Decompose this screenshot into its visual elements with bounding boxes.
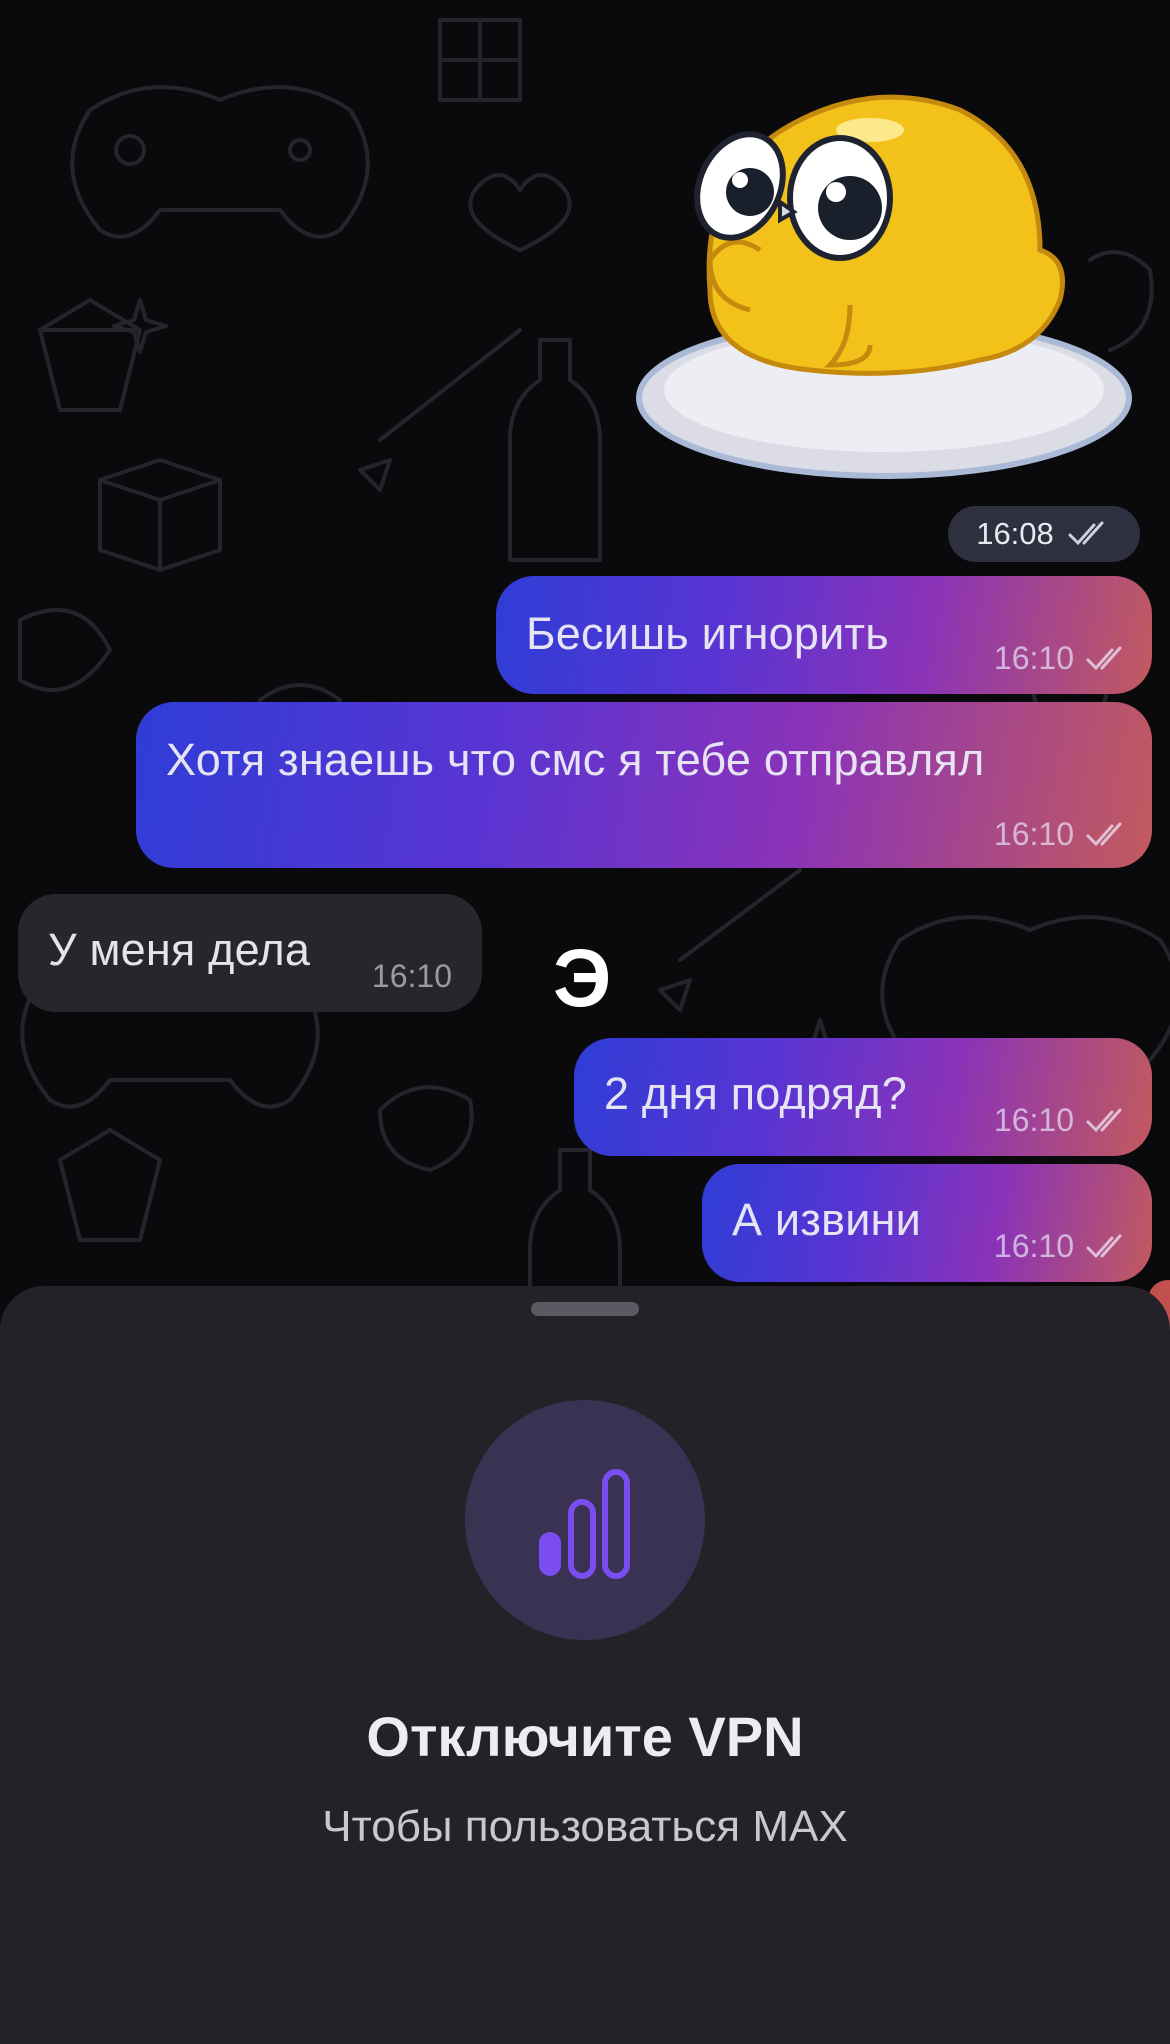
read-double-check-icon [1086,822,1122,846]
floating-letter: Э [553,933,612,1024]
message-meta: 16:10 [994,1102,1130,1139]
message-bubble-outgoing[interactable]: 2 дня подряд? 16:10 [574,1038,1152,1156]
message-time: 16:10 [993,640,1074,676]
message-bubble-incoming[interactable]: У меня дела 16:10 [18,894,482,1012]
message-text: Бесишь игнорить [526,608,889,659]
screen: 16:08 Бесишь игнорить 16:10 Хотя знаешь … [0,0,1170,2044]
read-double-check-icon [1086,646,1122,670]
message-text: У меня дела [48,924,311,975]
message-bubble-outgoing[interactable]: Хотя знаешь что смс я тебе отправлял 16:… [136,702,1152,868]
message-time: 16:10 [371,958,452,994]
message-time: 16:10 [993,1102,1074,1138]
message-bubble-outgoing[interactable]: А извини 16:10 [702,1164,1152,1282]
message-bubble-outgoing[interactable]: Бесишь игнорить 16:10 [496,576,1152,694]
chat-area[interactable]: 16:08 Бесишь игнорить 16:10 Хотя знаешь … [0,0,1170,1340]
message-text: 2 дня подряд? [604,1068,907,1119]
read-double-check-icon [1068,521,1104,546]
message-meta: 16:10 [994,640,1130,677]
sticker-time: 16:08 [976,516,1054,551]
read-double-check-icon [1086,1234,1122,1258]
message-text: Хотя знаешь что смс я тебе отправлял [166,734,985,785]
signal-icon-circle [465,1400,705,1640]
sticker-timestamp: 16:08 [948,506,1140,562]
message-text: А извини [732,1194,921,1245]
message-time: 16:10 [993,1228,1074,1264]
signal-bars-icon [539,1469,630,1579]
sheet-title: Отключите VPN [366,1705,804,1768]
sheet-drag-handle[interactable] [531,1302,639,1316]
message-meta: 16:10 [372,958,452,995]
read-double-check-icon [1086,1108,1122,1132]
chick-sticker[interactable] [630,90,1150,490]
message-time: 16:10 [993,816,1074,852]
sheet-subtitle: Чтобы пользоваться MAX [322,1802,848,1851]
message-meta: 16:10 [994,816,1130,853]
vpn-warning-sheet[interactable]: Отключите VPN Чтобы пользоваться MAX [0,1286,1170,2044]
message-meta: 16:10 [994,1228,1130,1265]
